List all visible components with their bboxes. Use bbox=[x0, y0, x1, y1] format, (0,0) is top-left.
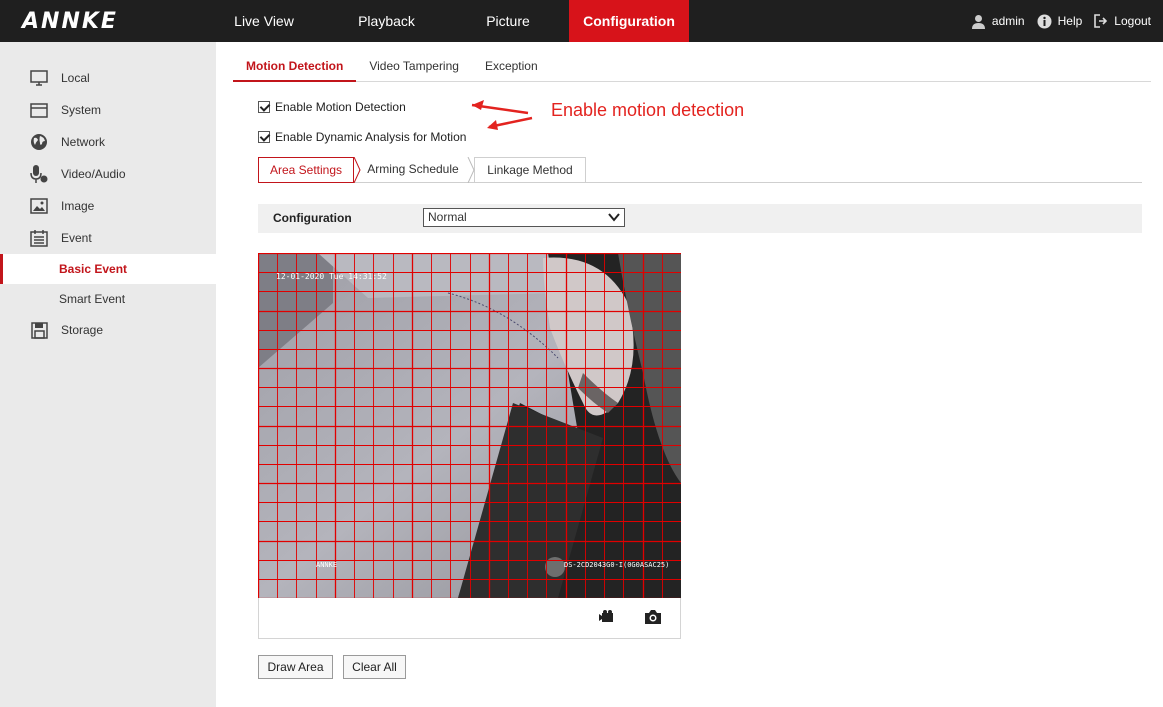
clear-all-button[interactable]: Clear All bbox=[343, 655, 406, 679]
help-label: Help bbox=[1057, 14, 1083, 28]
nav-picture[interactable]: Picture bbox=[447, 0, 569, 42]
sidebar-item-network[interactable]: Network bbox=[0, 127, 216, 157]
user-menu: admin Help Logout bbox=[971, 0, 1163, 42]
sidebar-item-label: Video/Audio bbox=[61, 167, 126, 181]
event-tabs: Motion Detection Video Tampering Excepti… bbox=[233, 52, 1151, 82]
record-video-icon[interactable] bbox=[598, 609, 616, 628]
logout-button[interactable]: Logout bbox=[1094, 14, 1151, 28]
help-button[interactable]: Help bbox=[1037, 14, 1083, 29]
sidebar-item-label: Local bbox=[61, 71, 90, 85]
top-bar: ANNKE Live View Playback Picture Configu… bbox=[0, 0, 1163, 42]
sidebar-item-label: Image bbox=[61, 199, 95, 213]
sidebar-item-label: Network bbox=[61, 135, 106, 149]
annke-logo: ANNKE bbox=[22, 9, 118, 34]
video-frame: 12-01-2020 Tue 14:31:52 ANNKE DS-2CD2043… bbox=[258, 253, 681, 598]
sidebar-item-image[interactable]: Image bbox=[0, 191, 216, 221]
sidebar-item-storage[interactable]: Storage bbox=[0, 315, 216, 345]
osd-model: DS-2CD2043G0-I(0G0ASAC25) bbox=[564, 561, 669, 569]
area-subtabs: Area Settings Arming Schedule Linkage Me… bbox=[258, 157, 1142, 183]
sidebar-item-video-audio[interactable]: Video/Audio bbox=[0, 159, 216, 189]
subtab-separators bbox=[353, 157, 475, 183]
monitor-icon bbox=[29, 68, 49, 88]
info-icon bbox=[1037, 14, 1052, 28]
checkbox-checked[interactable] bbox=[258, 101, 270, 113]
video-toolbar bbox=[258, 598, 681, 639]
main-nav: Live View Playback Picture Configuration bbox=[202, 0, 689, 42]
tab-video-tampering[interactable]: Video Tampering bbox=[356, 52, 472, 82]
configuration-row: Configuration Normal bbox=[258, 204, 1142, 233]
annotation-arrows bbox=[471, 100, 533, 130]
nav-live-view[interactable]: Live View bbox=[202, 0, 326, 42]
globe-icon bbox=[29, 132, 49, 152]
sidebar-item-label: System bbox=[61, 103, 102, 117]
chevron-down-icon bbox=[608, 213, 620, 222]
sidebar-item-local[interactable]: Local bbox=[0, 63, 216, 93]
tab-exception[interactable]: Exception bbox=[472, 52, 551, 82]
enable-dynamic-analysis-checkbox[interactable]: Enable Dynamic Analysis for Motion bbox=[258, 130, 466, 144]
checkbox-checked[interactable] bbox=[258, 131, 270, 143]
annotation-text: Enable motion detection bbox=[551, 100, 745, 120]
calendar-list-icon bbox=[29, 228, 49, 248]
sidebar: Local System Network Video/Audio Image E… bbox=[0, 42, 216, 707]
subtab-area-settings[interactable]: Area Settings bbox=[258, 157, 354, 183]
floppy-disk-icon bbox=[29, 320, 49, 340]
osd-brand: ANNKE bbox=[316, 561, 337, 569]
tab-motion-detection[interactable]: Motion Detection bbox=[233, 52, 357, 82]
image-icon bbox=[29, 196, 49, 216]
draw-area-button[interactable]: Draw Area bbox=[258, 655, 333, 679]
sidebar-subitem-smart-event[interactable]: Smart Event bbox=[0, 284, 216, 314]
enable-motion-detection-checkbox[interactable]: Enable Motion Detection bbox=[258, 100, 406, 114]
username: admin bbox=[991, 14, 1025, 28]
sidebar-subitem-basic-event[interactable]: Basic Event bbox=[0, 254, 216, 284]
osd-datetime: 12-01-2020 Tue 14:31:52 bbox=[276, 272, 387, 281]
sidebar-item-event[interactable]: Event bbox=[0, 223, 216, 253]
sidebar-item-label: Storage bbox=[61, 323, 104, 337]
checkbox-label: Enable Dynamic Analysis for Motion bbox=[275, 130, 467, 144]
camera-snapshot-icon[interactable] bbox=[644, 609, 662, 628]
nav-configuration[interactable]: Configuration bbox=[569, 0, 689, 42]
user-button[interactable]: admin bbox=[971, 14, 1025, 29]
checkbox-label: Enable Motion Detection bbox=[275, 100, 406, 114]
window-icon bbox=[29, 100, 49, 120]
sidebar-item-system[interactable]: System bbox=[0, 95, 216, 125]
sidebar-item-label: Event bbox=[61, 231, 92, 245]
microphone-icon bbox=[29, 164, 49, 184]
nav-playback[interactable]: Playback bbox=[326, 0, 447, 42]
motion-area-video[interactable]: 12-01-2020 Tue 14:31:52 ANNKE DS-2CD2043… bbox=[258, 253, 681, 598]
configuration-label: Configuration bbox=[273, 211, 352, 225]
logout-label: Logout bbox=[1114, 14, 1151, 28]
logout-icon bbox=[1094, 14, 1108, 28]
configuration-select[interactable]: Normal bbox=[423, 208, 625, 227]
subtab-linkage-method[interactable]: Linkage Method bbox=[474, 157, 586, 183]
configuration-value: Normal bbox=[428, 210, 467, 224]
user-icon bbox=[971, 14, 985, 29]
